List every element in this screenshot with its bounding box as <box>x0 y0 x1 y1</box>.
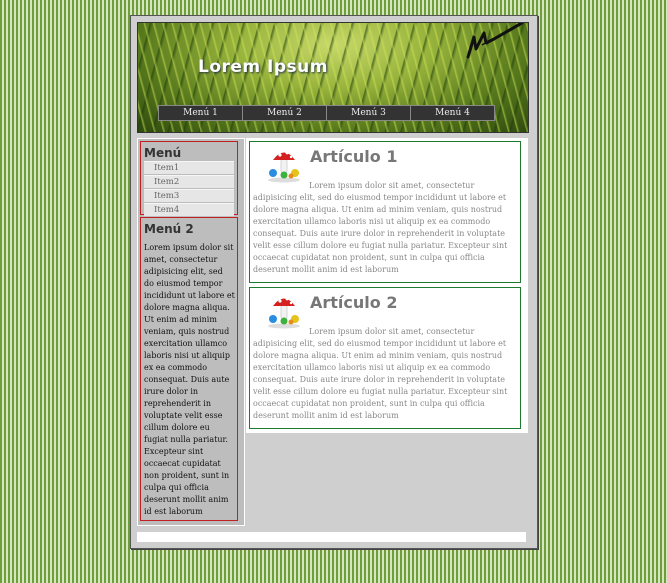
nav-item-menu-1[interactable]: Menú 1 <box>158 105 243 121</box>
sidebar-menu2-title: Menú 2 <box>144 222 194 236</box>
sidebar-menu-box: Menú Item1 Item2 Item3 Item4 <box>140 141 238 216</box>
sidebar-item-1[interactable]: Item1 <box>144 161 234 174</box>
article-text: Lorem ipsum dolor sit amet, consectetur … <box>253 327 508 420</box>
main-content: Artículo 1 Lorem ipsum dolor sit amet, c… <box>246 138 528 433</box>
nav-item-menu-3[interactable]: Menú 3 <box>326 105 411 121</box>
page-container: Lorem Ipsum Menú 1 Menú 2 Menú 3 Menú 4 … <box>130 15 538 549</box>
mushroom-icon <box>268 297 300 329</box>
nav-item-menu-2[interactable]: Menú 2 <box>242 105 327 121</box>
article-title[interactable]: Artículo 2 <box>310 293 397 312</box>
nav-item-menu-4[interactable]: Menú 4 <box>410 105 495 121</box>
sidebar-menu2-text: Lorem ipsum dolor sit amet, consectetur … <box>144 243 235 516</box>
main-nav: Menú 1 Menú 2 Menú 3 Menú 4 <box>158 105 495 121</box>
article-title[interactable]: Artículo 1 <box>310 147 397 166</box>
sidebar-item-4[interactable]: Item4 <box>144 203 234 216</box>
article: Artículo 2 Lorem ipsum dolor sit amet, c… <box>249 287 521 429</box>
footer <box>137 532 526 542</box>
article-text: Lorem ipsum dolor sit amet, consectetur … <box>253 181 508 274</box>
sidebar-item-3[interactable]: Item3 <box>144 189 234 202</box>
header-banner: Lorem Ipsum Menú 1 Menú 2 Menú 3 Menú 4 <box>137 22 529 133</box>
mushroom-icon <box>268 151 300 183</box>
article: Artículo 1 Lorem ipsum dolor sit amet, c… <box>249 141 521 283</box>
sidebar-item-2[interactable]: Item2 <box>144 175 234 188</box>
sidebar-text-box: Menú 2 Lorem ipsum dolor sit amet, conse… <box>140 217 238 521</box>
sidebar: Menú Item1 Item2 Item3 Item4 Menú 2 Lore… <box>137 138 245 526</box>
site-title[interactable]: Lorem Ipsum <box>198 57 328 77</box>
sidebar-menu-title: Menú <box>144 146 182 160</box>
sidebar-menu-list: Item1 Item2 Item3 Item4 <box>144 161 237 216</box>
signature-logo <box>466 23 524 59</box>
